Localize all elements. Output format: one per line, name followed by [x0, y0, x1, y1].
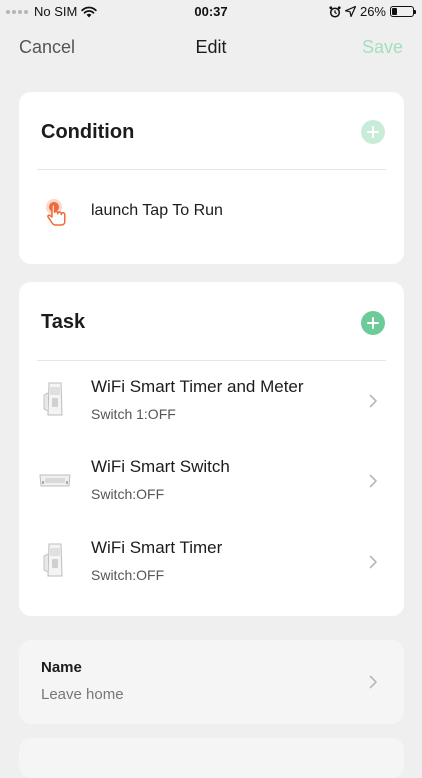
task-card: Task WiFi Smart Timer and Meter Switch 1… — [19, 282, 404, 616]
add-task-button[interactable] — [361, 311, 385, 335]
task-item-subtitle: Switch 1:OFF — [91, 406, 176, 422]
cancel-button[interactable]: Cancel — [19, 37, 75, 58]
task-item-title: WiFi Smart Timer and Meter — [91, 377, 304, 396]
smart-timer-device-icon — [43, 543, 63, 577]
condition-divider — [37, 169, 386, 170]
save-button[interactable]: Save — [362, 37, 403, 58]
task-item-subtitle: Switch:OFF — [91, 567, 165, 583]
task-row[interactable]: WiFi Smart Timer and Meter Switch 1:OFF — [19, 361, 404, 441]
name-row[interactable]: Name Leave home — [19, 640, 404, 724]
condition-label[interactable]: launch Tap To Run — [91, 202, 223, 220]
chevron-right-icon — [369, 555, 377, 569]
task-title: Task — [41, 311, 86, 333]
condition-card: Condition launch Tap To Run — [19, 92, 404, 264]
task-item-title: WiFi Smart Switch — [91, 457, 230, 476]
alarm-icon — [329, 5, 341, 18]
add-condition-button[interactable] — [361, 120, 385, 144]
chevron-right-icon — [369, 675, 377, 689]
battery-level — [392, 8, 398, 15]
location-arrow-icon — [344, 6, 356, 17]
next-settings-card[interactable] — [19, 738, 404, 778]
chevron-right-icon — [369, 474, 377, 488]
task-item-subtitle: Switch:OFF — [91, 486, 165, 502]
battery-percent: 26% — [359, 4, 386, 19]
smart-switch-device-icon — [39, 474, 71, 487]
nav-bar: Cancel Edit Save — [0, 34, 422, 62]
tap-hand-icon — [46, 199, 66, 226]
task-row[interactable]: WiFi Smart Switch Switch:OFF — [19, 441, 404, 521]
battery-icon — [390, 6, 416, 17]
chevron-right-icon — [369, 394, 377, 408]
smart-timer-meter-device-icon — [43, 382, 63, 416]
status-right: 26% — [329, 4, 416, 19]
task-row[interactable]: WiFi Smart Timer Switch:OFF — [19, 522, 404, 602]
name-label: Name — [41, 659, 82, 676]
task-item-title: WiFi Smart Timer — [91, 538, 223, 557]
status-bar: No SIM 00:37 26% — [0, 0, 422, 24]
condition-title: Condition — [41, 121, 135, 143]
name-value: Leave home — [41, 686, 124, 703]
